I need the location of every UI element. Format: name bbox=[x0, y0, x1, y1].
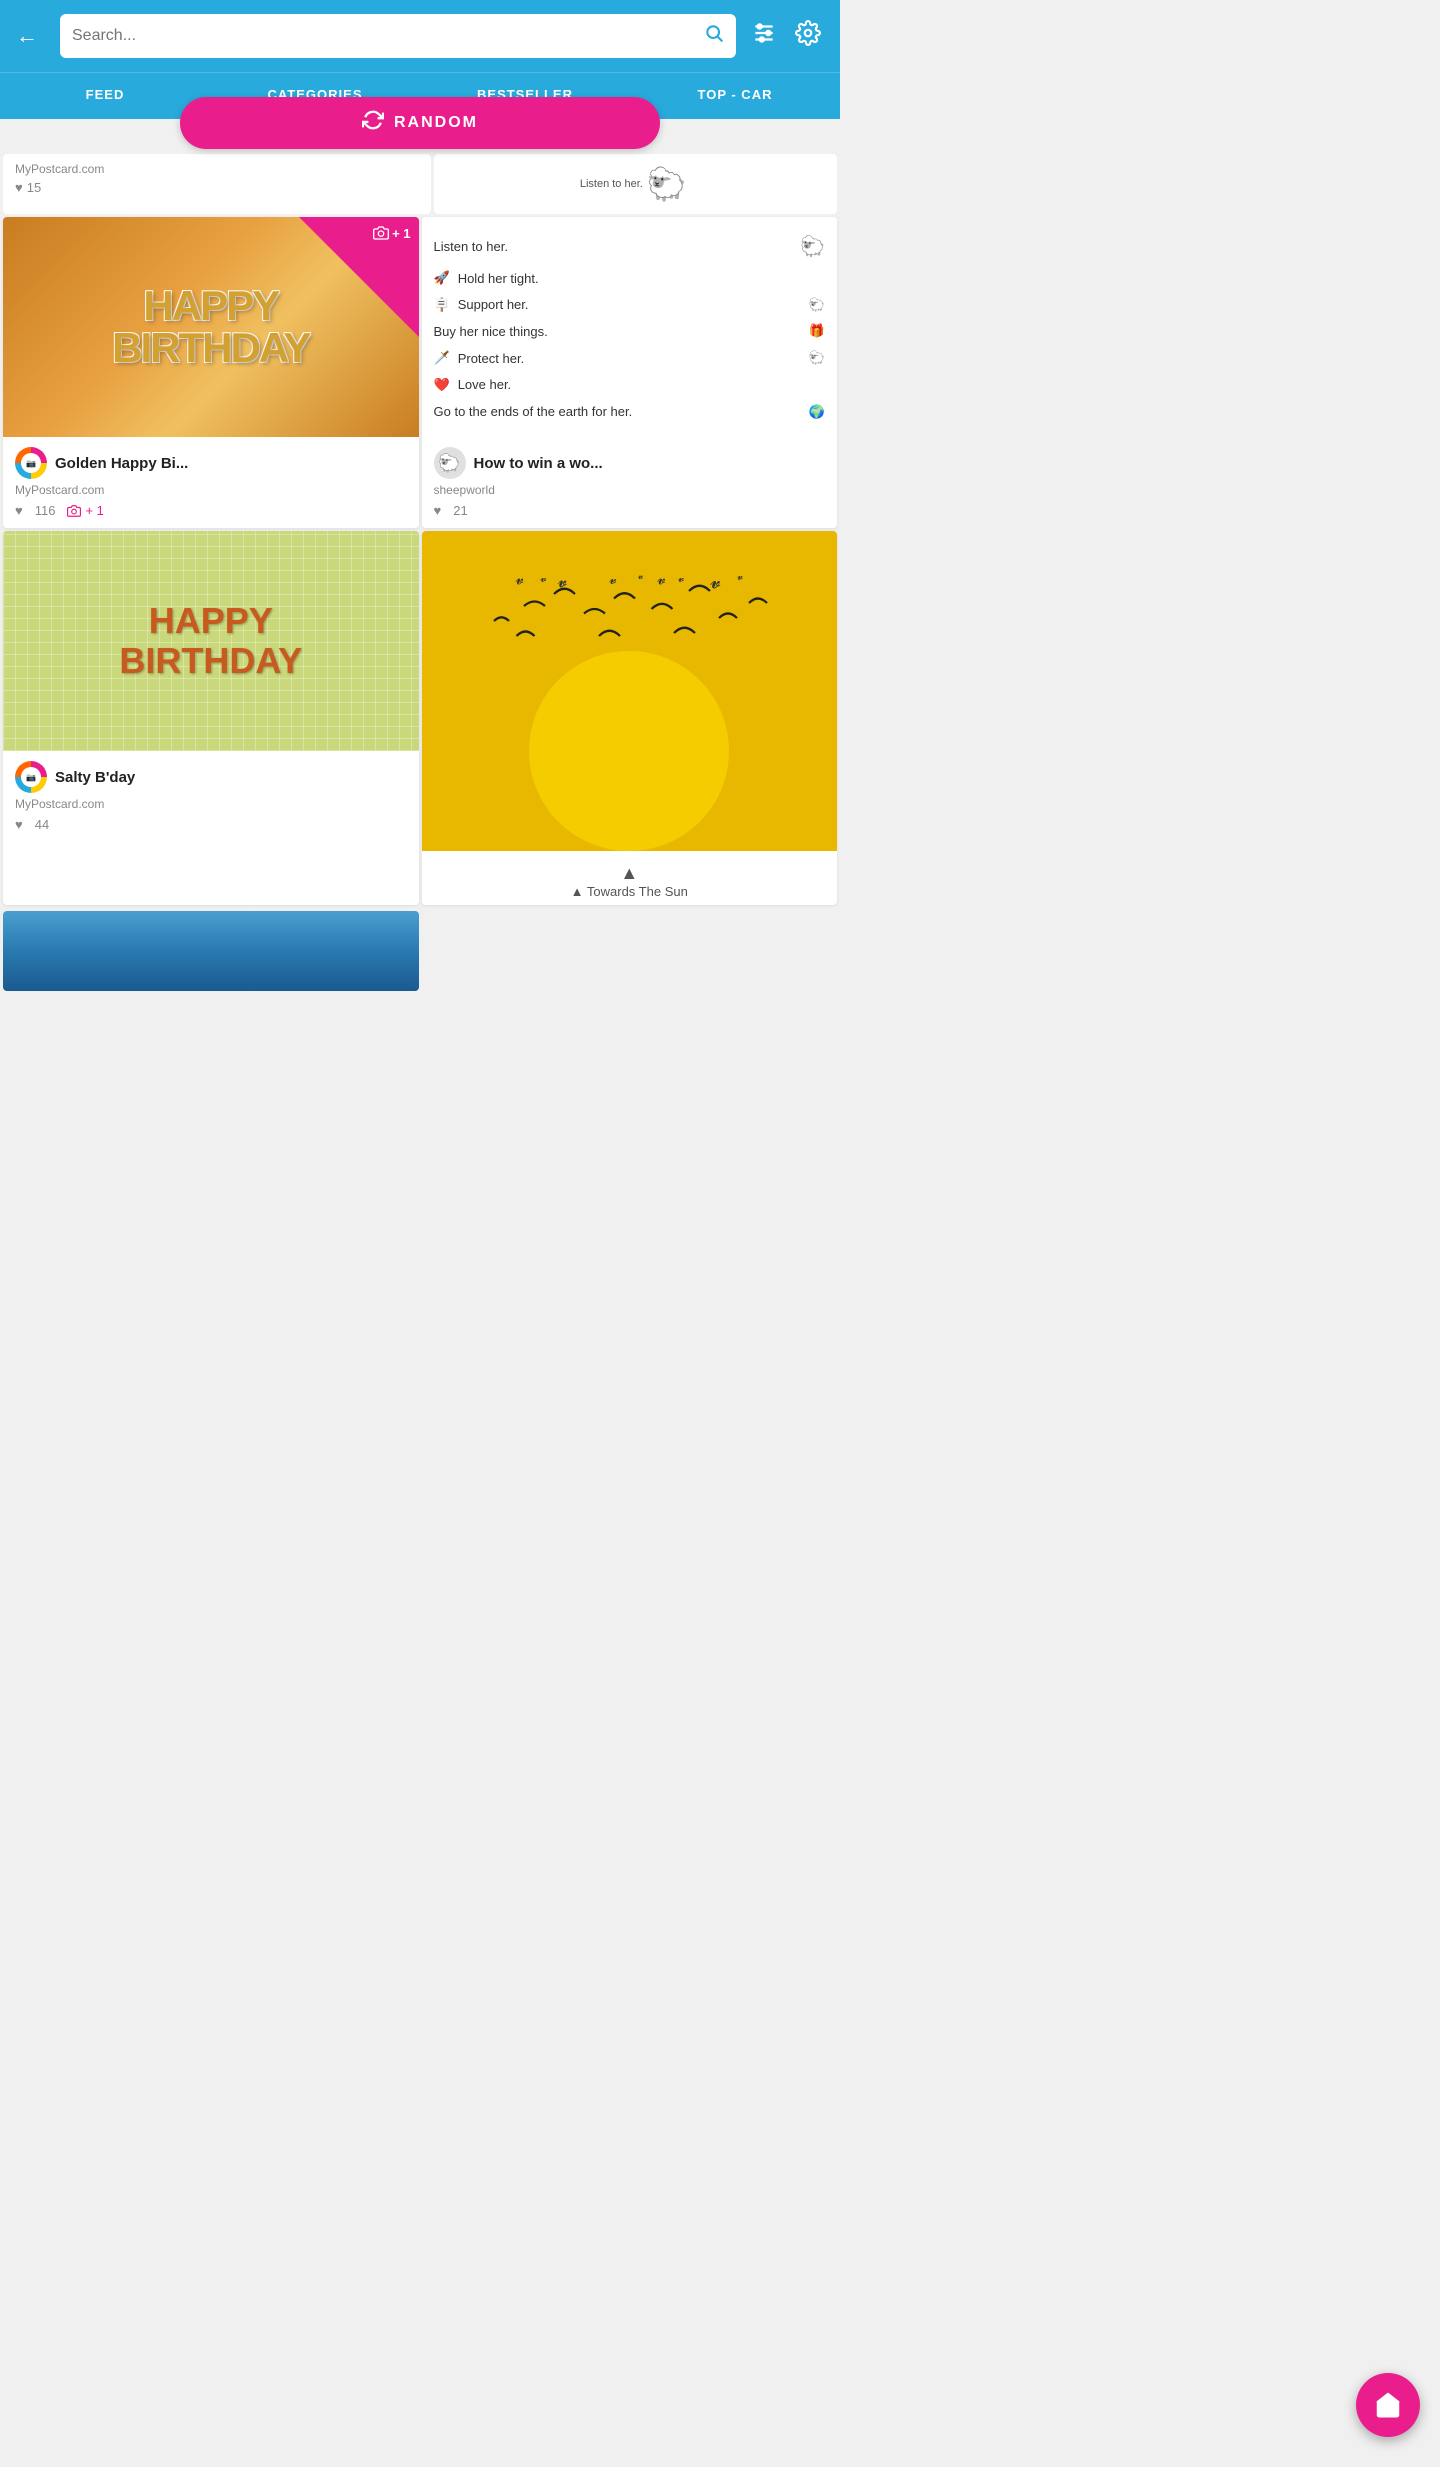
home-fab-button[interactable] bbox=[1356, 2373, 1420, 2437]
heart-icon: ♥ bbox=[15, 180, 23, 195]
yellow-birds-image: 𝓿 𝓿 𝓿 𝓿 𝓿 𝓿 𝓿 𝓿 𝓿 bbox=[422, 531, 838, 851]
filter-icon[interactable] bbox=[748, 20, 780, 52]
card-image-sheep: Listen to her. 🐑 🚀 Hold her tight. 🪧 Sup… bbox=[422, 217, 838, 437]
birds-svg bbox=[442, 561, 816, 681]
blue-card-image bbox=[3, 911, 419, 991]
card-title-row-pretzel: 📷 Salty B'day bbox=[15, 761, 407, 793]
card-title-row-sheep: 🐑 How to win a wo... bbox=[434, 447, 826, 479]
partial-card-left[interactable]: MyPostcard.com ♥ 15 bbox=[3, 154, 431, 214]
partial-likes-left: ♥ 15 bbox=[15, 180, 419, 195]
search-bar bbox=[60, 14, 736, 58]
sheep-preview-text: Listen to her. bbox=[580, 178, 643, 190]
sheep-line-4: Buy her nice things. 🎁 bbox=[434, 323, 826, 339]
golden-birthday-image: HAPPYBIRTHDAY + 1 bbox=[3, 217, 419, 437]
heart-icon-sheep: ♥ bbox=[434, 503, 442, 518]
arrow-up-icon: ▲ bbox=[434, 857, 826, 884]
card-salty-bday[interactable]: HAPPYBIRTHDAY 📷 Salty B'day MyPostcard.c… bbox=[3, 531, 419, 905]
partial-card-bottom-left[interactable] bbox=[3, 911, 419, 991]
camera-stat-golden: + 1 bbox=[67, 503, 103, 518]
heart-icon-pretzel: ♥ bbox=[15, 817, 23, 832]
sheep-line-6: ❤️ Love her. bbox=[434, 377, 826, 393]
pretzel-image: HAPPYBIRTHDAY bbox=[3, 531, 419, 751]
avatar-camera-icon-2: 📷 bbox=[26, 773, 36, 782]
partial-source-left: MyPostcard.com bbox=[15, 162, 419, 176]
search-input[interactable] bbox=[72, 27, 704, 45]
card-image-pretzel: HAPPYBIRTHDAY bbox=[3, 531, 419, 751]
card-title-pretzel: Salty B'day bbox=[55, 769, 135, 786]
card-yellow-birds[interactable]: 𝓿 𝓿 𝓿 𝓿 𝓿 𝓿 𝓿 𝓿 𝓿 bbox=[422, 531, 838, 905]
card-source-pretzel: MyPostcard.com bbox=[15, 797, 407, 811]
happy-birthday-text: HAPPYBIRTHDAY bbox=[102, 285, 319, 369]
sheep-line-5: 🗡️ Protect her. 🐑 bbox=[434, 350, 826, 366]
card-title-golden: Golden Happy Bi... bbox=[55, 455, 188, 472]
sheep-line-7: Go to the ends of the earth for her. 🌍 bbox=[434, 404, 826, 420]
card-image-golden: HAPPYBIRTHDAY + 1 bbox=[3, 217, 419, 437]
card-info-pretzel: 📷 Salty B'day MyPostcard.com ♥ 44 bbox=[3, 751, 419, 842]
back-button[interactable]: ← bbox=[16, 23, 48, 49]
search-icon[interactable] bbox=[704, 23, 724, 49]
card-sheep[interactable]: Listen to her. 🐑 🚀 Hold her tight. 🪧 Sup… bbox=[422, 217, 838, 528]
tab-top-car[interactable]: TOP - CAR bbox=[630, 73, 840, 119]
heart-icon-golden: ♥ bbox=[15, 503, 23, 518]
pretzel-birthday-text: HAPPYBIRTHDAY bbox=[119, 601, 302, 680]
card-stats-golden: ♥ 116 + 1 bbox=[15, 503, 407, 518]
partial-card-right[interactable]: Listen to her. 🐑 bbox=[434, 154, 838, 214]
card-golden-happy-birthday[interactable]: HAPPYBIRTHDAY + 1 📷 bbox=[3, 217, 419, 528]
app-header: ← bbox=[0, 0, 840, 72]
card-title-row-golden: 📷 Golden Happy Bi... bbox=[15, 447, 407, 479]
sheep-line-1: Listen to her. 🐑 bbox=[434, 234, 826, 259]
card-info-golden: 📷 Golden Happy Bi... MyPostcard.com ♥ 11… bbox=[3, 437, 419, 528]
likes-count-golden: 116 bbox=[35, 503, 56, 518]
card-info-sheep: 🐑 How to win a wo... sheepworld ♥ 21 bbox=[422, 437, 838, 528]
card-image-yellow: 𝓿 𝓿 𝓿 𝓿 𝓿 𝓿 𝓿 𝓿 𝓿 bbox=[422, 531, 838, 851]
card-stats-pretzel: ♥ 44 bbox=[15, 817, 407, 832]
sun-decoration bbox=[529, 651, 729, 851]
sheep-line-2: 🚀 Hold her tight. bbox=[434, 270, 826, 286]
card-title-sheep: How to win a wo... bbox=[474, 455, 603, 472]
cards-section: RANDOM MyPostcard.com ♥ 15 Listen to her… bbox=[0, 119, 840, 991]
settings-icon[interactable] bbox=[792, 20, 824, 52]
towards-sun-label: ▲ Towards The Sun bbox=[434, 884, 826, 899]
card-stats-sheep: ♥ 21 bbox=[434, 503, 826, 518]
card-arrow-up: ▲ ▲ Towards The Sun bbox=[422, 851, 838, 905]
sheep-card-image: Listen to her. 🐑 🚀 Hold her tight. 🪧 Sup… bbox=[422, 217, 838, 437]
card-source-sheep: sheepworld bbox=[434, 483, 826, 497]
likes-count-pretzel: 44 bbox=[35, 817, 49, 832]
avatar-camera-icon: 📷 bbox=[26, 459, 36, 468]
likes-count-sheep: 21 bbox=[453, 503, 467, 518]
sheep-icon-right: 🐑 bbox=[647, 165, 695, 203]
card-source-golden: MyPostcard.com bbox=[15, 483, 407, 497]
avatar-sheepworld: 🐑 bbox=[434, 447, 466, 479]
card-grid: HAPPYBIRTHDAY + 1 📷 bbox=[0, 214, 840, 908]
random-label: RANDOM bbox=[394, 114, 478, 132]
bottom-partial-section bbox=[0, 908, 840, 991]
avatar-mypostcard-1: 📷 bbox=[15, 447, 47, 479]
sheep-line-3: 🪧 Support her. 🐑 bbox=[434, 297, 826, 313]
avatar-mypostcard-2: 📷 bbox=[15, 761, 47, 793]
refresh-icon bbox=[362, 109, 384, 137]
camera-badge: + 1 bbox=[373, 225, 410, 241]
random-button[interactable]: RANDOM bbox=[180, 97, 660, 149]
tab-feed[interactable]: FEED bbox=[0, 73, 210, 119]
